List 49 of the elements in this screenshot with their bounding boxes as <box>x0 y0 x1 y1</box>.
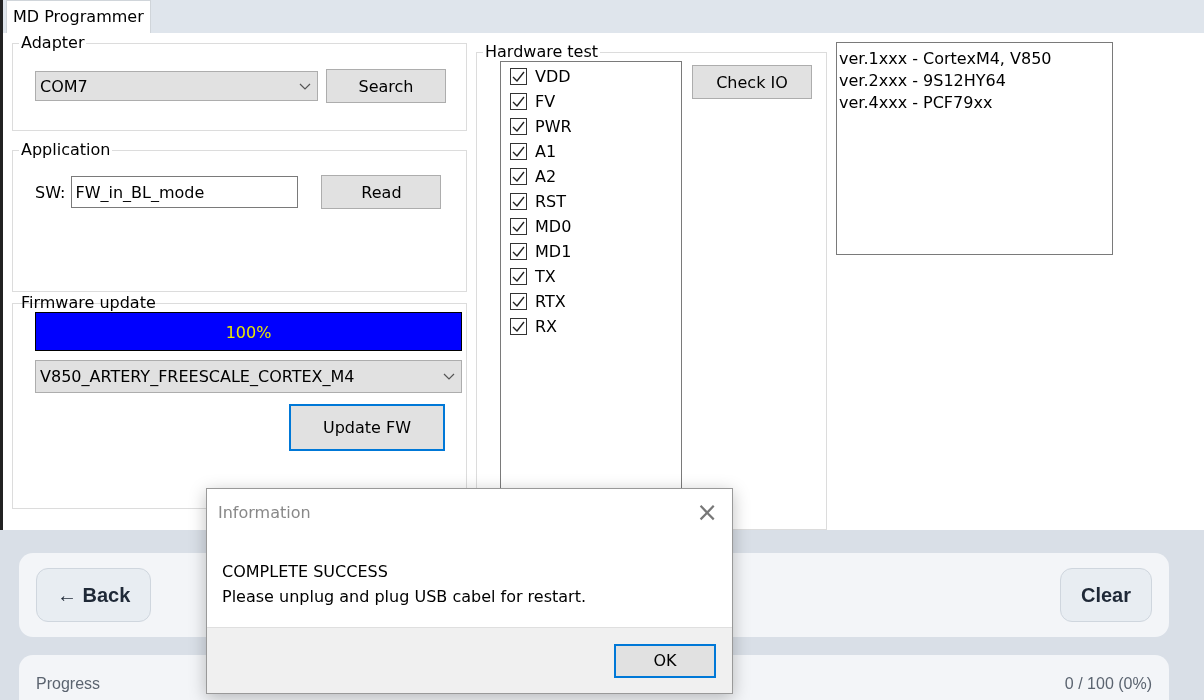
checkbox[interactable] <box>510 168 527 185</box>
update-fw-button[interactable]: Update FW <box>289 404 445 451</box>
checkbox[interactable] <box>510 143 527 160</box>
clear-button[interactable]: Clear <box>1059 568 1152 622</box>
checkbox[interactable] <box>510 93 527 110</box>
signal-label: VDD <box>535 67 571 86</box>
signal-label: A2 <box>535 167 557 186</box>
signal-label: MD1 <box>535 242 572 261</box>
search-button[interactable]: Search <box>326 69 446 103</box>
close-button[interactable]: × <box>696 499 718 525</box>
chevron-down-icon <box>443 373 455 380</box>
tab[interactable]: MD Programmer <box>6 0 151 33</box>
checkbox[interactable] <box>510 268 527 285</box>
read-button[interactable]: Read <box>321 175 442 209</box>
checkbox[interactable] <box>510 218 527 235</box>
back-button[interactable]: ← Back <box>36 568 152 622</box>
progress-label: Progress <box>36 675 101 693</box>
progress-count: 0 / 100 (0%) <box>1064 675 1152 693</box>
port-dropdown[interactable]: COM7 <box>35 71 318 101</box>
sw-field[interactable]: FW_in_BL_mode <box>71 176 299 208</box>
signal-label: FV <box>535 92 556 111</box>
sw-label: SW: <box>35 182 66 202</box>
signal-label: MD0 <box>535 217 572 236</box>
version-item[interactable]: ver.1xxx - CortexM4, V850 <box>839 49 1110 68</box>
group-title: Firmware update <box>20 294 157 312</box>
group-title: Adapter <box>19 34 87 52</box>
chevron-down-icon <box>299 82 311 90</box>
checkbox[interactable] <box>510 293 527 310</box>
signal-label: TX <box>535 267 556 286</box>
signal-label: RX <box>535 317 558 336</box>
progress-text: 100% <box>225 322 272 341</box>
checkbox[interactable] <box>510 118 527 135</box>
signal-label: A1 <box>535 142 557 161</box>
ok-button[interactable]: OK <box>614 643 716 678</box>
dialog-message: COMPLETE SUCCESS <box>222 561 389 583</box>
signal-label: PWR <box>535 117 572 136</box>
version-item[interactable]: ver.2xxx - 9S12HY64 <box>839 71 1110 90</box>
dialog-message: Please unplug and plug USB cabel for restart. <box>222 586 587 608</box>
checkbox[interactable] <box>510 68 527 85</box>
signal-label: RTX <box>535 292 566 311</box>
checkbox[interactable] <box>510 243 527 260</box>
group-title: Application <box>19 141 113 159</box>
dialog-title: Information <box>218 502 311 522</box>
check-io-button[interactable]: Check IO <box>692 65 812 99</box>
checkbox[interactable] <box>510 193 527 210</box>
version-item[interactable]: ver.4xxx - PCF79xx <box>839 93 1110 112</box>
signal-label: RST <box>535 192 567 211</box>
checkbox[interactable] <box>510 318 527 335</box>
firmware-dropdown[interactable]: V850_ARTERY_FREESCALE_CORTEX_M4 <box>35 360 462 393</box>
